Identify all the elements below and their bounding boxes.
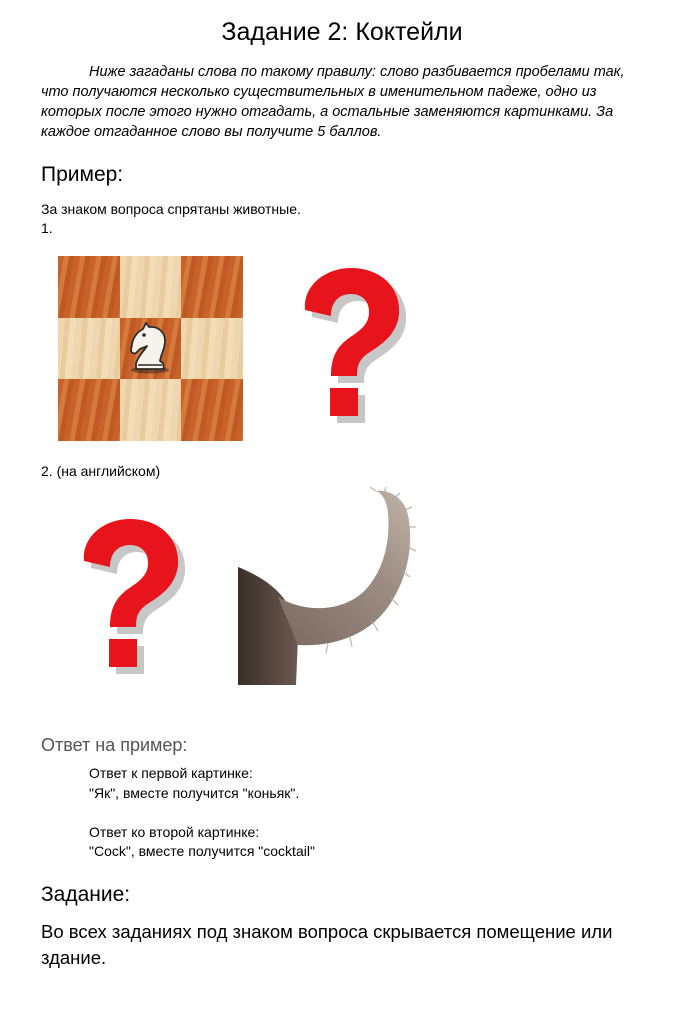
task-heading: Задание:: [41, 883, 131, 906]
example-heading: Пример:: [41, 163, 124, 186]
task-text: Во всех заданиях под знаком вопроса скры…: [41, 921, 613, 968]
question-mark-icon: [283, 262, 423, 437]
example-item-1-label: 1.: [41, 220, 53, 236]
cat-tail-image: [238, 486, 418, 692]
knight-icon: [119, 317, 182, 380]
example-hint: За знаком вопроса спрятаны животные.: [41, 201, 301, 217]
answer-first-text: "Як", вместе получится "коньяк".: [89, 785, 300, 801]
answer-second-text: "Cock", вместе получится "cocktail": [89, 843, 315, 859]
intro-text: Ниже загаданы слова по такому правилу: с…: [41, 64, 625, 140]
page-title: Задание 2: Коктейли: [221, 18, 463, 46]
answer-heading: Ответ на пример:: [41, 735, 188, 755]
question-mark-icon-2: [62, 513, 202, 688]
answer-second-title: Ответ ко второй картинке:: [89, 824, 260, 840]
answer-first-title: Ответ к первой картинке:: [89, 765, 253, 781]
example-item-2-label: 2. (на английском): [41, 463, 161, 479]
chessboard-image: [58, 256, 243, 441]
